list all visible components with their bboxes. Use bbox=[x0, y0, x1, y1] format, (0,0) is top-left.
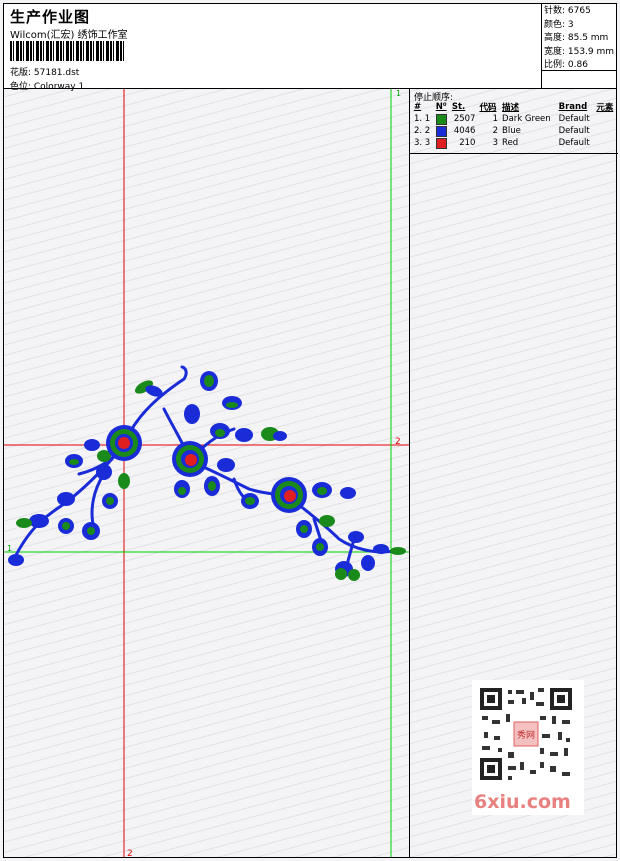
qr-code: 秀网 bbox=[478, 686, 574, 782]
col-header: 元素 bbox=[596, 103, 614, 113]
row-seq: 3. 3 bbox=[414, 138, 431, 148]
design-width: 宽度: 153.9 mm bbox=[544, 46, 615, 57]
leaves bbox=[8, 371, 406, 581]
color-swatch bbox=[435, 137, 447, 149]
barcode bbox=[10, 41, 124, 61]
flower-stems bbox=[12, 365, 396, 576]
embroidery-preview: 1 1 2 2 bbox=[4, 89, 409, 859]
row-number: 2507 bbox=[453, 114, 476, 124]
col-header: Brand bbox=[558, 102, 588, 112]
col-header: # bbox=[414, 102, 422, 112]
panel-divider bbox=[410, 153, 618, 154]
stitch-count: 针数: 6765 bbox=[544, 6, 591, 16]
design-stats: 针数: 6765 颜色: 3 高度: 85.5 mm 宽度: 153.9 mm … bbox=[541, 4, 616, 88]
row-description: Blue bbox=[502, 126, 521, 136]
row-code: 1 bbox=[492, 114, 499, 124]
row-number: 210 bbox=[459, 138, 476, 148]
guide-label: 2 bbox=[127, 849, 133, 857]
table-row[interactable]: 2. 2 4046 2 Blue Default bbox=[412, 125, 617, 137]
col-header: St. bbox=[451, 102, 466, 112]
row-number: 4046 bbox=[453, 126, 476, 136]
row-element bbox=[594, 113, 617, 125]
color-swatch bbox=[435, 113, 447, 125]
row-element bbox=[594, 137, 617, 149]
header: 生产作业图 Wilcom(汇宏) 绣饰工作室 花版: 57181.dst 色位:… bbox=[4, 4, 616, 92]
row-brand: Default bbox=[558, 138, 590, 148]
row-description: Dark Green bbox=[502, 114, 551, 124]
guide-label: 1 bbox=[396, 89, 401, 98]
table-row[interactable]: 1. 1 2507 1 Dark Green Default bbox=[412, 113, 617, 125]
row-description: Red bbox=[502, 138, 519, 148]
company-name: Wilcom(汇宏) 绣饰工作室 bbox=[10, 30, 128, 41]
design-height: 高度: 85.5 mm bbox=[544, 33, 609, 43]
page-title: 生产作业图 bbox=[10, 8, 91, 26]
row-swatch bbox=[434, 113, 450, 125]
col-header: 代码 bbox=[479, 103, 497, 113]
flower-left bbox=[106, 425, 142, 461]
row-swatch bbox=[434, 137, 450, 149]
guide-label: 1 bbox=[7, 544, 12, 553]
row-swatch bbox=[434, 125, 450, 137]
design-canvas: 1 1 2 2 bbox=[4, 89, 409, 859]
stats-divider bbox=[541, 70, 616, 71]
row-brand: Default bbox=[558, 126, 590, 136]
guide-label: 2 bbox=[395, 437, 401, 447]
row-code: 2 bbox=[492, 126, 499, 136]
row-seq: 2. 2 bbox=[414, 126, 431, 136]
row-seq: 1. 1 bbox=[414, 114, 431, 124]
table-row[interactable]: 3. 3 210 3 Red Default bbox=[412, 137, 617, 149]
color-swatch bbox=[435, 125, 447, 137]
watermark-text: 6xiu.com bbox=[474, 791, 571, 813]
row-brand: Default bbox=[558, 114, 590, 124]
flower-right bbox=[271, 477, 307, 513]
qr-stamp-text: 秀网 bbox=[517, 729, 535, 741]
flower-center bbox=[172, 441, 208, 477]
col-header: N⁰ bbox=[435, 102, 447, 112]
table-header-row: # N⁰ St. 代码 描述 Brand 元素 bbox=[412, 101, 617, 113]
color-count: 颜色: 3 bbox=[544, 19, 574, 30]
row-element bbox=[594, 125, 617, 137]
row-code: 3 bbox=[492, 138, 499, 148]
design-file: 花版: 57181.dst bbox=[10, 68, 80, 78]
stop-sequence-table: # N⁰ St. 代码 描述 Brand 元素 1. 1 2507 1 Dark… bbox=[412, 101, 617, 149]
col-header: 描述 bbox=[502, 103, 520, 113]
